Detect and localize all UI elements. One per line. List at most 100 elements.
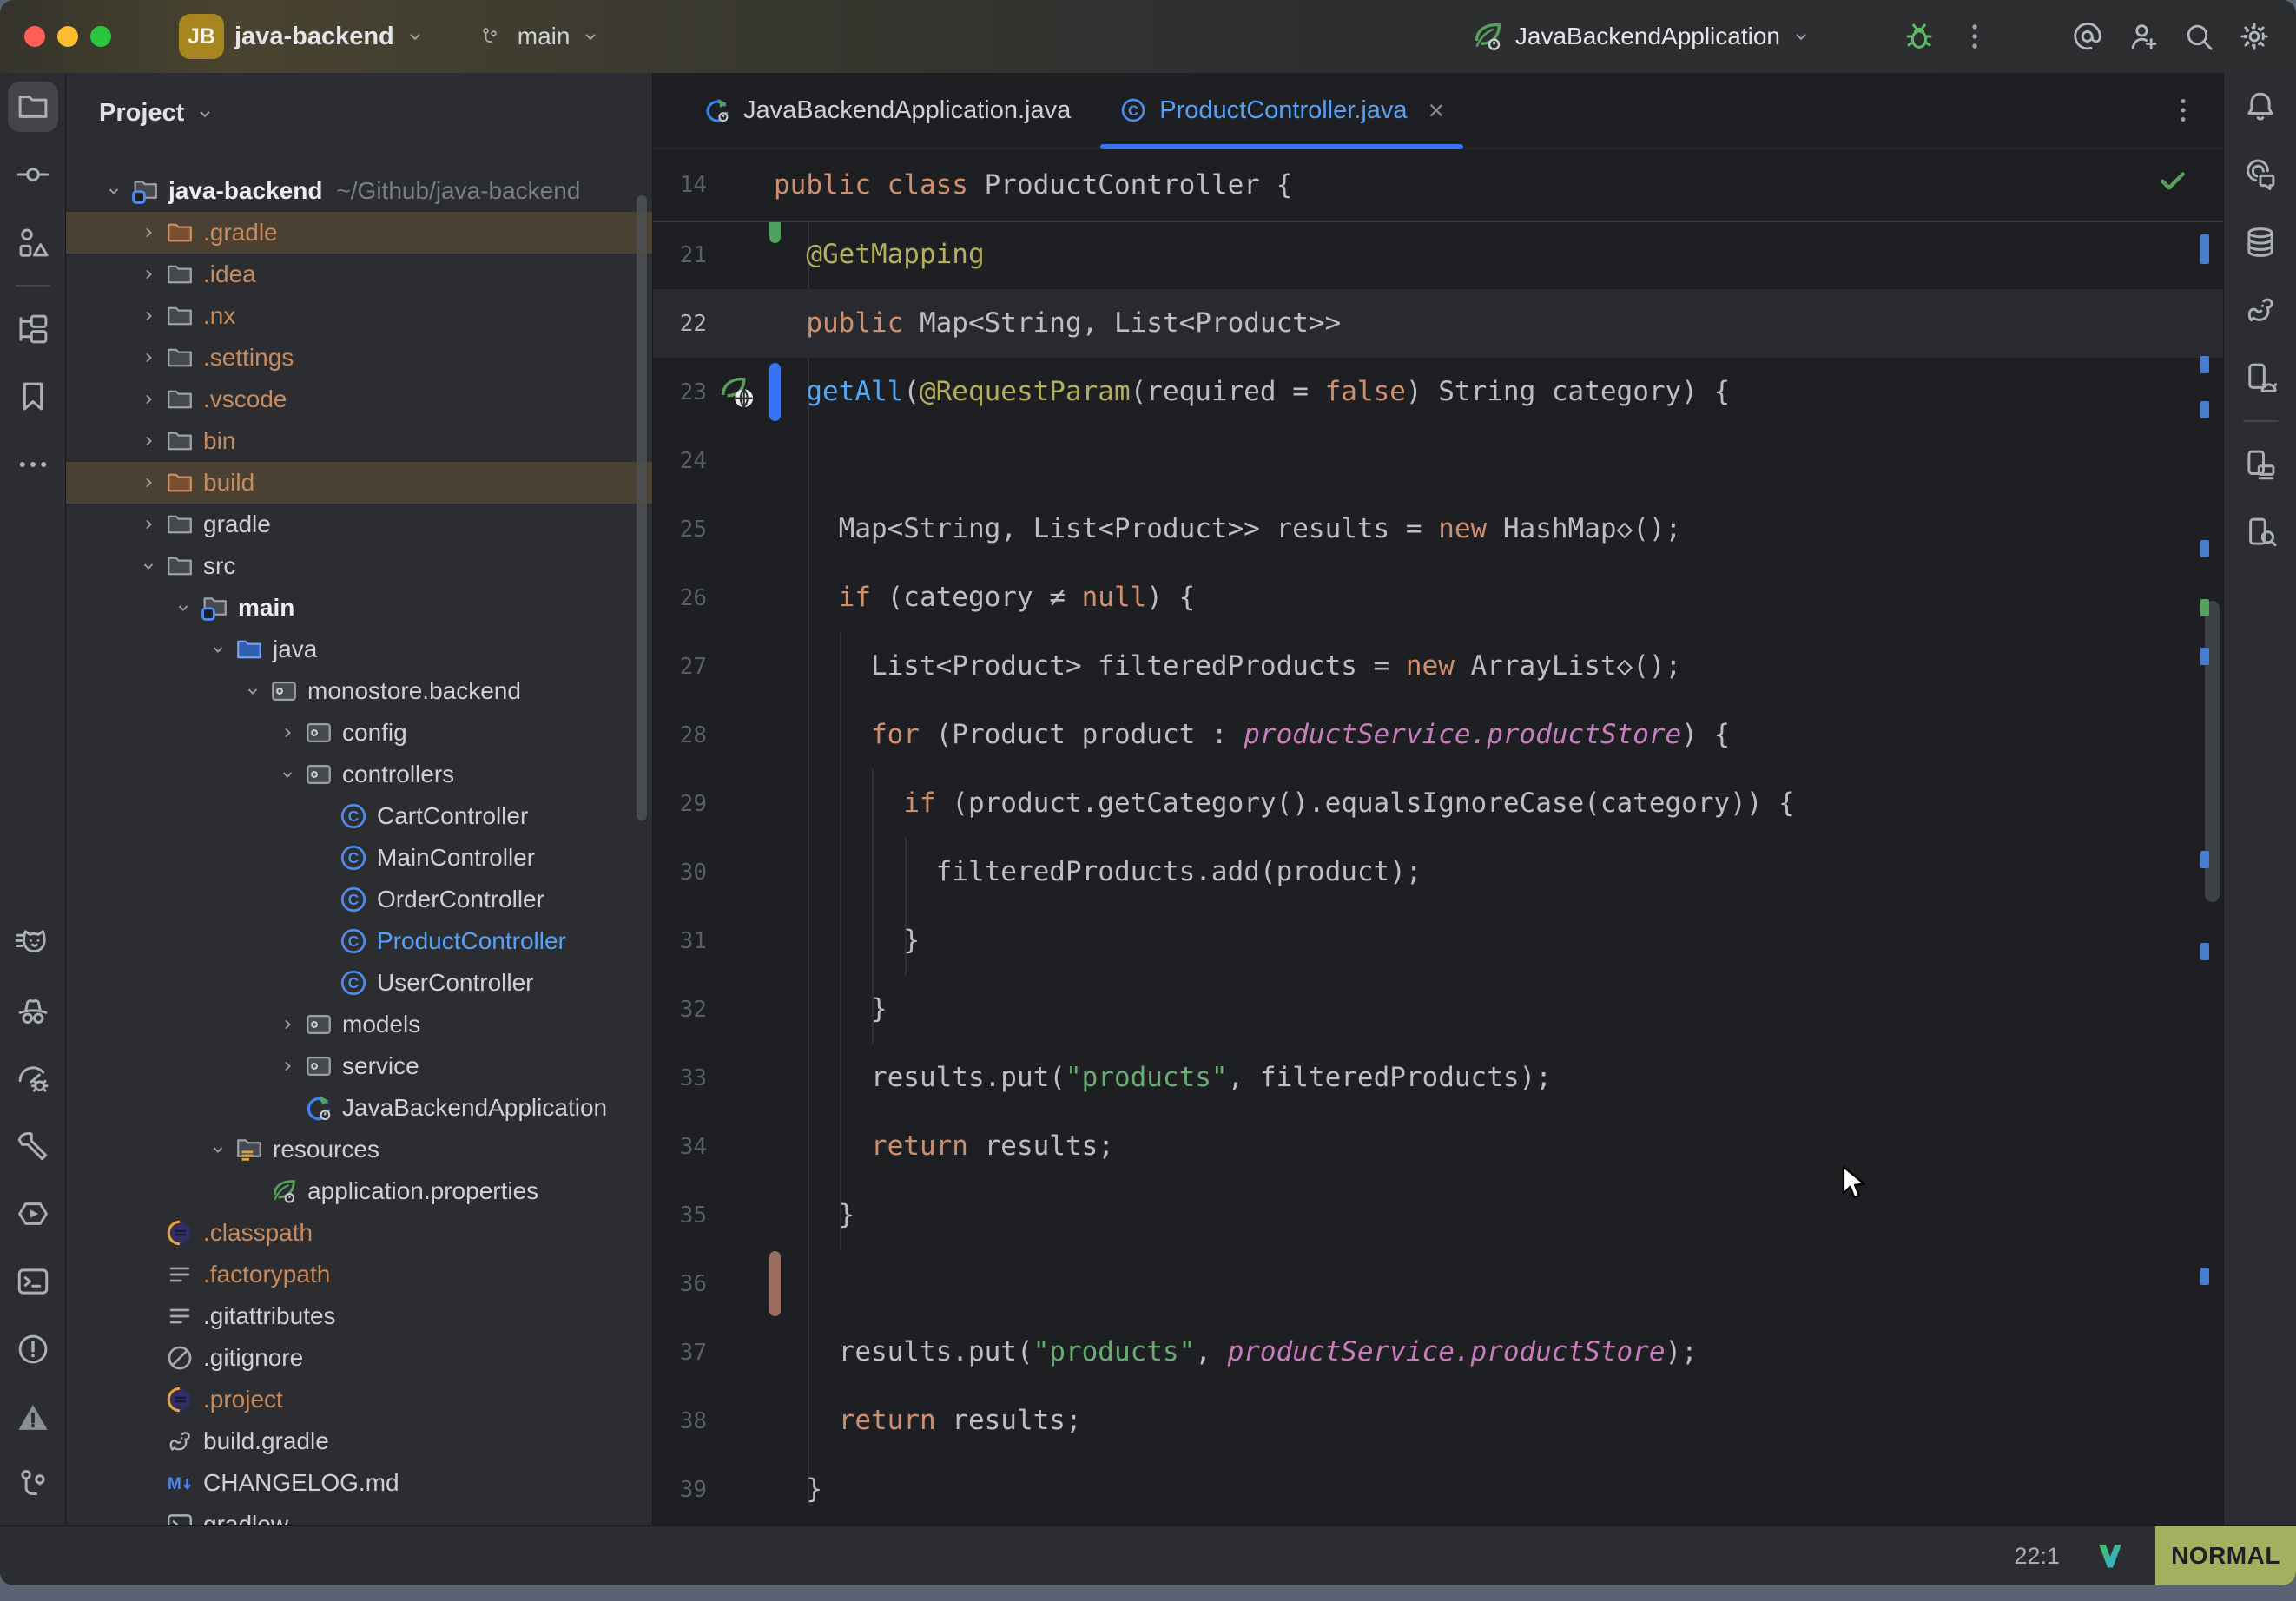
- line-number[interactable]: 27: [653, 654, 714, 680]
- line-number[interactable]: 35: [653, 1202, 714, 1229]
- more-actions-button[interactable]: [1956, 17, 1994, 56]
- left-stripe-warnings-icon[interactable]: [0, 1383, 66, 1451]
- error-stripe-mark[interactable]: [2200, 540, 2209, 557]
- chevron-down-icon[interactable]: [101, 181, 127, 201]
- tree-item-.gitattributes[interactable]: .gitattributes: [66, 1295, 652, 1337]
- code-line-29[interactable]: 29 if (product.getCategory().equalsIgnor…: [653, 769, 2223, 838]
- tree-item-models[interactable]: models: [66, 1004, 652, 1045]
- line-number[interactable]: 28: [653, 722, 714, 748]
- right-stripe-database-icon[interactable]: [2227, 208, 2293, 276]
- tree-item-UserController[interactable]: CUserController: [66, 962, 652, 1004]
- chevron-right-icon[interactable]: [135, 432, 162, 451]
- tree-item-JavaBackendApplication[interactable]: JavaBackendApplication: [66, 1087, 652, 1129]
- project-switcher[interactable]: JB java-backend: [179, 14, 426, 59]
- line-number[interactable]: 34: [653, 1134, 714, 1160]
- tree-item-.gitignore[interactable]: .gitignore: [66, 1337, 652, 1379]
- left-stripe-incognito-icon[interactable]: [0, 977, 66, 1044]
- error-stripe-mark[interactable]: [2200, 401, 2209, 418]
- code-line-14[interactable]: 14public class ProductController {: [653, 151, 1292, 220]
- tree-item-ProductController[interactable]: CProductController: [66, 920, 652, 962]
- project-tree-scrollbar[interactable]: [637, 195, 647, 820]
- error-stripe-mark[interactable]: [2200, 1268, 2209, 1285]
- tree-item-resources[interactable]: resources: [66, 1129, 652, 1170]
- code-line-21[interactable]: 21 @GetMapping: [653, 221, 2223, 289]
- line-number[interactable]: 33: [653, 1065, 714, 1091]
- code-line-25[interactable]: 25 Map<String, List<Product>> results = …: [653, 495, 2223, 563]
- chevron-down-icon[interactable]: [170, 598, 196, 617]
- spring-endpoint-icon[interactable]: [719, 372, 759, 412]
- chevron-right-icon[interactable]: [274, 723, 300, 742]
- chevron-down-icon[interactable]: [205, 640, 231, 659]
- left-stripe-shapes-icon[interactable]: [0, 208, 66, 276]
- line-number[interactable]: 37: [653, 1340, 714, 1366]
- tree-item-.idea[interactable]: .idea: [66, 254, 652, 295]
- tree-item-.classpath[interactable]: .classpath: [66, 1212, 652, 1254]
- code-line-27[interactable]: 27 List<Product> filteredProducts = new …: [653, 632, 2223, 701]
- tree-item-java[interactable]: java: [66, 629, 652, 670]
- maximize-window-button[interactable]: [90, 26, 111, 47]
- tab-ProductController.java[interactable]: CProductController.java×: [1095, 73, 1468, 148]
- run-config-selector[interactable]: JavaBackendApplication: [1470, 19, 1811, 54]
- tree-item-MainController[interactable]: CMainController: [66, 837, 652, 879]
- code-line-38[interactable]: 38 return results;: [653, 1387, 2223, 1455]
- inspections-ok-icon[interactable]: [2155, 163, 2190, 198]
- line-number[interactable]: 38: [653, 1408, 714, 1434]
- error-stripe-mark[interactable]: [2200, 648, 2209, 665]
- code-line-24[interactable]: 24: [653, 426, 2223, 495]
- chevron-down-icon[interactable]: [274, 765, 300, 784]
- branch-switcher[interactable]: main: [479, 23, 602, 50]
- chevron-right-icon[interactable]: [135, 348, 162, 367]
- code-editor[interactable]: 14public class ProductController { 21 @G…: [653, 149, 2223, 1525]
- right-stripe-running-devices-icon[interactable]: [2227, 344, 2293, 412]
- chevron-right-icon[interactable]: [135, 473, 162, 492]
- right-stripe-device-inspector-icon[interactable]: [2227, 498, 2293, 566]
- code-line-36[interactable]: 36: [653, 1249, 2223, 1318]
- right-stripe-ai-chat-icon[interactable]: [2227, 141, 2293, 208]
- left-stripe-commit-icon[interactable]: [0, 141, 66, 208]
- tree-item-bin[interactable]: bin: [66, 420, 652, 462]
- left-stripe-terminal-icon[interactable]: [0, 1248, 66, 1315]
- tree-item-application.properties[interactable]: application.properties: [66, 1170, 652, 1212]
- tree-item-monostore.backend[interactable]: monostore.backend: [66, 670, 652, 712]
- close-window-button[interactable]: [24, 26, 45, 47]
- tree-item-.project[interactable]: .project: [66, 1379, 652, 1420]
- search-icon[interactable]: [2180, 17, 2218, 56]
- chevron-right-icon[interactable]: [135, 223, 162, 242]
- add-user-icon[interactable]: [2124, 17, 2162, 56]
- code-line-23[interactable]: 23 getAll(@RequestParam(required = false…: [653, 358, 2223, 426]
- chevron-right-icon[interactable]: [135, 306, 162, 326]
- right-stripe-device-explorer-icon[interactable]: [2227, 431, 2293, 498]
- line-number[interactable]: 26: [653, 585, 714, 611]
- line-number[interactable]: 14: [653, 172, 714, 198]
- left-stripe-services-icon[interactable]: [0, 1180, 66, 1248]
- left-stripe-build-icon[interactable]: [0, 1112, 66, 1180]
- code-line-31[interactable]: 31 }: [653, 906, 2223, 975]
- left-stripe-project-icon[interactable]: [0, 73, 66, 141]
- chevron-right-icon[interactable]: [274, 1015, 300, 1034]
- ai-assistant-icon[interactable]: [2068, 17, 2107, 56]
- line-number[interactable]: 25: [653, 517, 714, 543]
- tree-item-build.gradle[interactable]: build.gradle: [66, 1420, 652, 1462]
- sticky-header-line[interactable]: 14public class ProductController {: [653, 149, 2223, 222]
- tab-JavaBackendApplication.java[interactable]: JavaBackendApplication.java: [679, 73, 1095, 148]
- line-number[interactable]: 39: [653, 1477, 714, 1503]
- tree-item-controllers[interactable]: controllers: [66, 754, 652, 795]
- left-stripe-git-branch-icon[interactable]: [0, 1451, 66, 1519]
- tree-item-java-backend[interactable]: java-backend~/Github/java-backend: [66, 170, 652, 212]
- tree-item-src[interactable]: src: [66, 545, 652, 587]
- left-stripe-more-icon[interactable]: [0, 431, 66, 498]
- chevron-down-icon[interactable]: [240, 682, 266, 701]
- code-line-28[interactable]: 28 for (Product product : productService…: [653, 701, 2223, 769]
- tree-item-.gradle[interactable]: .gradle: [66, 212, 652, 254]
- tree-item-.vscode[interactable]: .vscode: [66, 379, 652, 420]
- chevron-down-icon[interactable]: [205, 1140, 231, 1159]
- line-number[interactable]: 21: [653, 242, 714, 268]
- chevron-right-icon[interactable]: [274, 1057, 300, 1076]
- code-line-22[interactable]: 22 public Map<String, List<Product>>: [653, 289, 2223, 358]
- tree-item-CHANGELOG.md[interactable]: MCHANGELOG.md: [66, 1462, 652, 1504]
- left-stripe-bookmarks-icon[interactable]: [0, 363, 66, 431]
- line-number[interactable]: 36: [653, 1271, 714, 1297]
- vim-plugin-icon[interactable]: [2095, 1540, 2126, 1571]
- tree-item-.settings[interactable]: .settings: [66, 337, 652, 379]
- line-number[interactable]: 22: [653, 311, 714, 337]
